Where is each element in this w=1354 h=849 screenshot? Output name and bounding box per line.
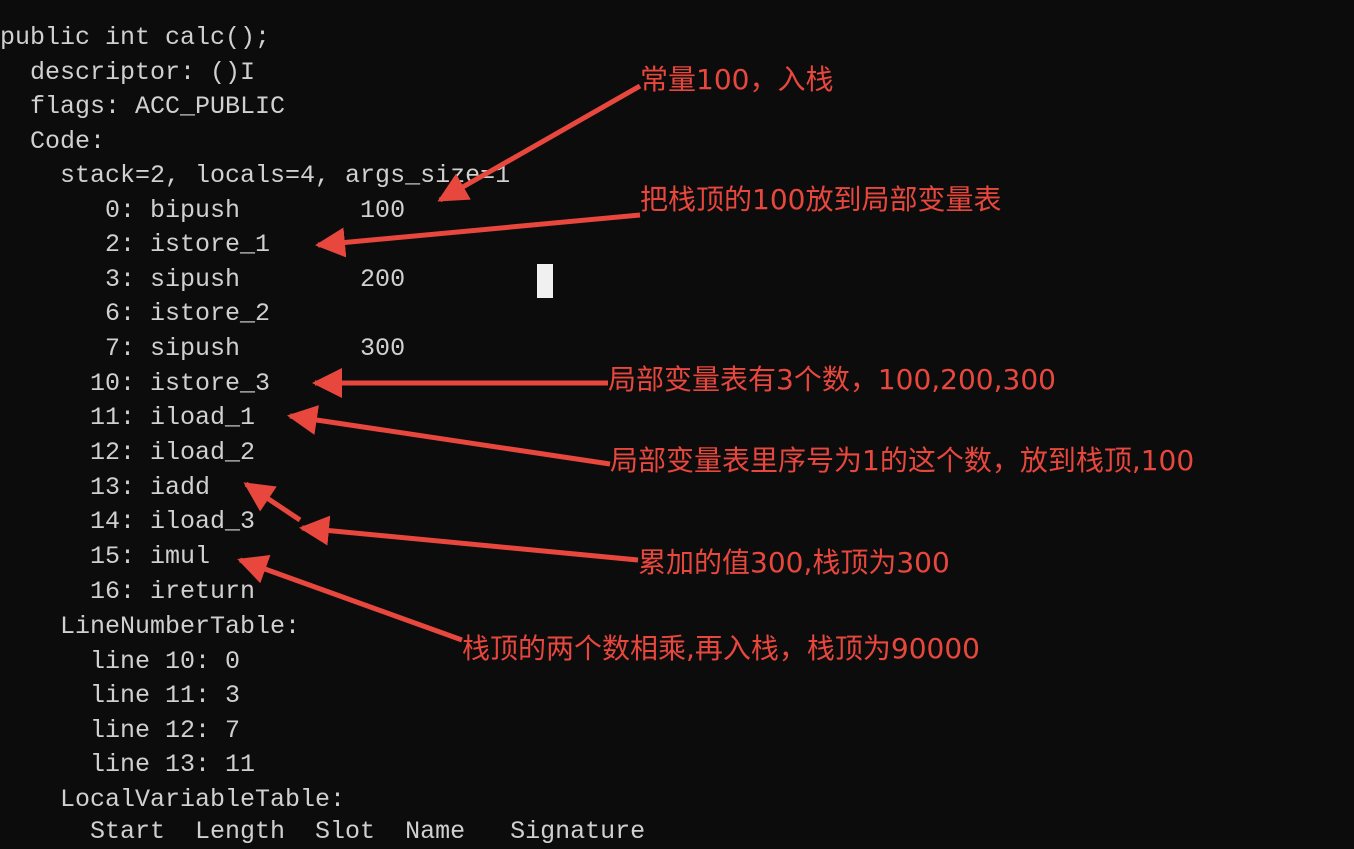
terminal-window[interactable]: public int calc(); descriptor: ()I flags… — [0, 0, 1354, 846]
annotation-note: 累加的值300,栈顶为300 — [638, 546, 950, 579]
annotation-note: 局部变量表里序号为1的这个数，放到栈顶,100 — [610, 444, 1195, 477]
annotation-note: 常量100，入栈 — [640, 63, 834, 96]
annotation-note: 栈顶的两个数相乘,再入栈，栈顶为90000 — [462, 632, 980, 665]
annotation-note: 把栈顶的100放到局部变量表 — [640, 183, 1002, 216]
arrow-iload-1 — [287, 405, 611, 467]
arrow-iload-3 — [299, 515, 639, 563]
arrow-constant-push — [437, 83, 642, 203]
arrow-istore-1 — [315, 212, 641, 258]
annotation-note: 局部变量表有3个数，100,200,300 — [608, 363, 1056, 396]
arrow-iadd — [243, 481, 302, 523]
arrow-imul — [237, 555, 463, 643]
annotation-arrows — [237, 83, 642, 643]
